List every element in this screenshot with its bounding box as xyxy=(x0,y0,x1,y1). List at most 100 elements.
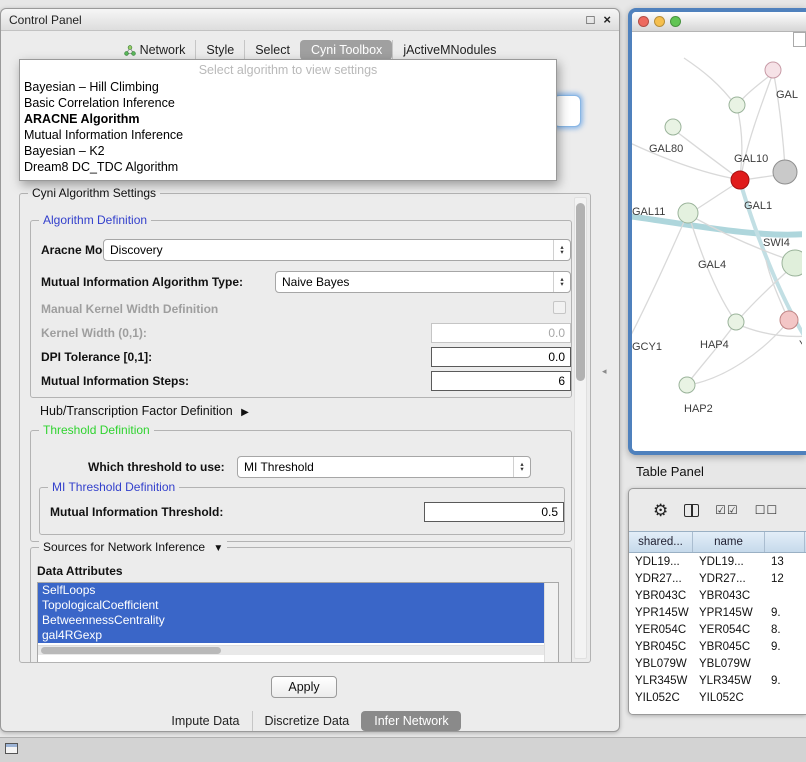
network-node[interactable] xyxy=(679,377,695,393)
select-all-columns-icon[interactable]: ☑☑ xyxy=(715,504,739,516)
tab-style[interactable]: Style xyxy=(195,40,244,60)
attribute-item[interactable]: SelfLoops xyxy=(38,583,544,598)
tab-cyni-toolbox[interactable]: Cyni Toolbox xyxy=(300,40,392,60)
which-threshold-select[interactable]: MI Threshold ▴▾ xyxy=(237,456,531,478)
table-row[interactable]: YIL052CYIL052C xyxy=(629,689,806,706)
table-row[interactable]: YPR145WYPR145W9. xyxy=(629,604,806,621)
settings-scrollbar[interactable] xyxy=(574,197,587,659)
network-node[interactable] xyxy=(780,311,798,329)
kernel-width-input[interactable]: 0.0 xyxy=(431,323,571,343)
node-label: GAL80 xyxy=(649,143,683,155)
table-cell: YIL052C xyxy=(629,692,693,704)
deselect-all-columns-icon[interactable]: ☐☐ xyxy=(755,504,779,516)
network-node[interactable] xyxy=(731,171,749,189)
algorithm-option[interactable]: Dream8 DC_TDC Algorithm xyxy=(20,159,556,175)
network-node[interactable] xyxy=(678,203,698,223)
bottom-tab-impute-data[interactable]: Impute Data xyxy=(159,711,251,731)
tab-label: jActiveMNodules xyxy=(403,43,496,57)
bottom-tab-infer-network[interactable]: Infer Network xyxy=(361,711,460,731)
table-cell: YBL079W xyxy=(693,658,765,670)
network-node[interactable] xyxy=(765,62,781,78)
table-row[interactable]: YBL079WYBL079W xyxy=(629,655,806,672)
algorithm-option[interactable]: Bayesian – K2 xyxy=(20,143,556,159)
algorithm-option[interactable]: Basic Correlation Inference xyxy=(20,95,556,111)
dpi-tolerance-label: DPI Tolerance [0,1]: xyxy=(41,350,152,364)
node-label: GAL xyxy=(776,89,798,101)
sources-title: Sources for Network Inference xyxy=(43,540,205,554)
data-attributes-label: Data Attributes xyxy=(37,564,123,578)
algorithm-option[interactable]: Bayesian – Hill Climbing xyxy=(20,79,556,95)
network-edge xyxy=(684,58,736,106)
settings-scrollbar-thumb[interactable] xyxy=(576,203,585,381)
table-row[interactable]: YER054CYER054C8. xyxy=(629,621,806,638)
kernel-width-label: Kernel Width (0,1): xyxy=(41,326,147,340)
mi-threshold-definition-title: MI Threshold Definition xyxy=(48,480,179,494)
column-header[interactable]: name xyxy=(693,532,765,552)
column-header[interactable]: shared... xyxy=(629,532,693,552)
node-label: HAP2 xyxy=(684,403,713,415)
table-row[interactable]: YBR043CYBR043C xyxy=(629,587,806,604)
network-canvas: GALGAL80GAL10GAL11GAL1SWI4GAL4GCY1HAP4HA… xyxy=(632,32,806,451)
bottom-tab-discretize-data[interactable]: Discretize Data xyxy=(252,711,362,731)
close-traffic-light[interactable] xyxy=(638,16,649,27)
attribute-item[interactable]: BetweennessCentrality xyxy=(38,613,544,628)
table-row[interactable]: YBR045CYBR045C9. xyxy=(629,638,806,655)
tab-network[interactable]: Network xyxy=(114,40,196,60)
table-cell: YER054C xyxy=(693,624,765,636)
table-cell: 9. xyxy=(765,641,805,653)
algorithm-definition-title: Algorithm Definition xyxy=(39,213,151,227)
tab-jactivemnodules[interactable]: jActiveMNodules xyxy=(392,40,506,60)
restore-panel-icon[interactable] xyxy=(5,743,18,754)
network-node[interactable] xyxy=(729,97,745,113)
network-edge xyxy=(632,142,736,179)
close-window-icon[interactable]: × xyxy=(603,13,611,26)
node-label: GAL11 xyxy=(632,206,665,218)
mi-threshold-label: Mutual Information Threshold: xyxy=(50,505,223,519)
float-window-icon[interactable]: □ xyxy=(587,13,595,26)
tab-select[interactable]: Select xyxy=(244,40,300,60)
algorithm-option[interactable]: ARACNE Algorithm xyxy=(20,111,556,127)
table-cell: YDR27... xyxy=(693,573,765,585)
panel-splitter-handle[interactable]: ◂ xyxy=(602,366,607,377)
mi-algorithm-type-select[interactable]: Naive Bayes ▴▾ xyxy=(275,271,571,293)
attribute-list-vscrollbar[interactable] xyxy=(544,583,558,662)
column-header[interactable] xyxy=(765,532,805,552)
mi-steps-input[interactable]: 6 xyxy=(431,371,571,391)
aracne-mode-select[interactable]: Discovery ▴▾ xyxy=(103,239,571,261)
tab-label: Cyni Toolbox xyxy=(311,43,382,57)
combo-arrows-icon: ▴▾ xyxy=(553,240,570,260)
dpi-tolerance-input[interactable]: 0.0 xyxy=(431,347,571,367)
mi-threshold-input[interactable]: 0.5 xyxy=(424,502,564,522)
manual-kernel-checkbox[interactable] xyxy=(553,301,566,314)
network-node[interactable] xyxy=(665,119,681,135)
attribute-list-hscrollbar-thumb[interactable] xyxy=(41,647,221,654)
sources-toggle[interactable]: Sources for Network Inference ▼ xyxy=(39,540,227,554)
attribute-item[interactable]: TopologicalCoefficient xyxy=(38,598,544,613)
gear-icon[interactable]: ⚙ xyxy=(653,502,668,519)
table-cell: 8. xyxy=(765,624,805,636)
table-row[interactable]: YDR27...YDR27...12 xyxy=(629,570,806,587)
network-node[interactable] xyxy=(728,314,744,330)
sources-group: Sources for Network Inference ▼ Data Att… xyxy=(30,547,572,662)
attribute-list-hscrollbar[interactable] xyxy=(38,645,544,655)
hub-section-toggle[interactable]: Hub/Transcription Factor Definition ▶ xyxy=(40,404,249,418)
table-row[interactable]: YLR345WYLR345W9. xyxy=(629,672,806,689)
network-node[interactable] xyxy=(782,250,802,276)
dropdown-placeholder: Select algorithm to view settings xyxy=(20,62,556,79)
zoom-traffic-light[interactable] xyxy=(670,16,681,27)
node-label: GAL4 xyxy=(698,259,726,271)
apply-button[interactable]: Apply xyxy=(271,676,337,698)
table-cell: YBR043C xyxy=(629,590,693,602)
which-threshold-value: MI Threshold xyxy=(238,460,513,474)
minimize-traffic-light[interactable] xyxy=(654,16,665,27)
table-row[interactable]: YDL19...YDL19...13 xyxy=(629,553,806,570)
network-view-window: GALGAL80GAL10GAL11GAL1SWI4GAL4GCY1HAP4HA… xyxy=(628,8,806,455)
algorithm-combo-fragment[interactable] xyxy=(553,95,581,127)
attribute-list: SelfLoopsTopologicalCoefficientBetweenne… xyxy=(37,582,559,662)
attribute-item[interactable]: gal4RGexp xyxy=(38,628,544,643)
network-node[interactable] xyxy=(773,160,797,184)
threshold-definition-group: Threshold Definition Which threshold to … xyxy=(30,430,572,542)
algorithm-option[interactable]: Mutual Information Inference xyxy=(20,127,556,143)
columns-icon[interactable] xyxy=(684,504,699,517)
traffic-lights xyxy=(638,16,681,27)
